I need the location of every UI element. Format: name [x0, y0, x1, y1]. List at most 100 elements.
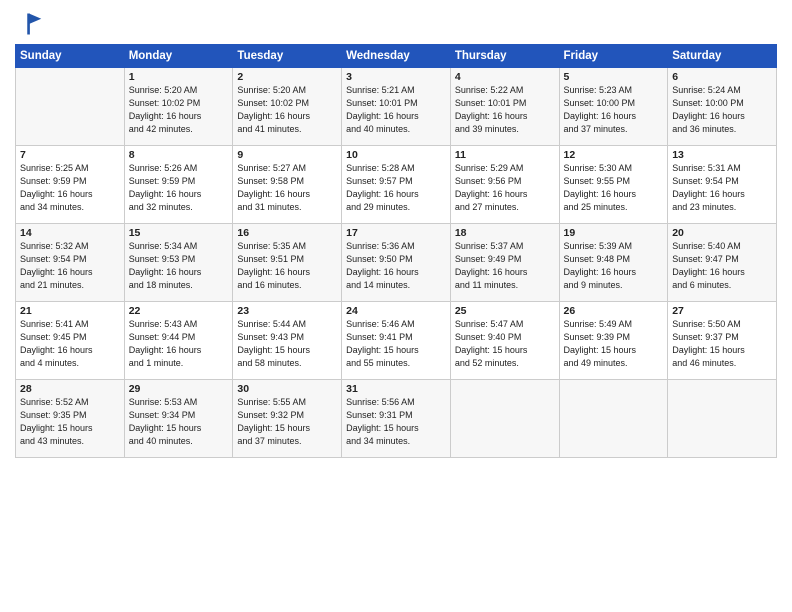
day-cell: 10Sunrise: 5:28 AMSunset: 9:57 PMDayligh…	[342, 146, 451, 224]
day-number: 16	[237, 227, 337, 239]
day-number: 21	[20, 305, 120, 317]
day-number: 15	[129, 227, 229, 239]
day-info: Sunrise: 5:30 AMSunset: 9:55 PMDaylight:…	[564, 162, 664, 214]
header-cell-saturday: Saturday	[668, 45, 777, 68]
day-cell	[668, 380, 777, 458]
day-number: 23	[237, 305, 337, 317]
day-info: Sunrise: 5:43 AMSunset: 9:44 PMDaylight:…	[129, 318, 229, 370]
day-number: 19	[564, 227, 664, 239]
day-info: Sunrise: 5:25 AMSunset: 9:59 PMDaylight:…	[20, 162, 120, 214]
day-number: 11	[455, 149, 555, 161]
day-info: Sunrise: 5:56 AMSunset: 9:31 PMDaylight:…	[346, 396, 446, 448]
day-cell: 14Sunrise: 5:32 AMSunset: 9:54 PMDayligh…	[16, 224, 125, 302]
day-number: 1	[129, 71, 229, 83]
day-info: Sunrise: 5:41 AMSunset: 9:45 PMDaylight:…	[20, 318, 120, 370]
day-info: Sunrise: 5:29 AMSunset: 9:56 PMDaylight:…	[455, 162, 555, 214]
day-info: Sunrise: 5:27 AMSunset: 9:58 PMDaylight:…	[237, 162, 337, 214]
header-cell-tuesday: Tuesday	[233, 45, 342, 68]
day-cell	[16, 68, 125, 146]
day-cell: 9Sunrise: 5:27 AMSunset: 9:58 PMDaylight…	[233, 146, 342, 224]
day-info: Sunrise: 5:49 AMSunset: 9:39 PMDaylight:…	[564, 318, 664, 370]
day-number: 22	[129, 305, 229, 317]
header-cell-thursday: Thursday	[450, 45, 559, 68]
day-cell: 23Sunrise: 5:44 AMSunset: 9:43 PMDayligh…	[233, 302, 342, 380]
day-cell: 15Sunrise: 5:34 AMSunset: 9:53 PMDayligh…	[124, 224, 233, 302]
day-info: Sunrise: 5:39 AMSunset: 9:48 PMDaylight:…	[564, 240, 664, 292]
day-cell	[559, 380, 668, 458]
week-row-4: 21Sunrise: 5:41 AMSunset: 9:45 PMDayligh…	[16, 302, 777, 380]
day-cell: 2Sunrise: 5:20 AMSunset: 10:02 PMDayligh…	[233, 68, 342, 146]
day-number: 8	[129, 149, 229, 161]
day-info: Sunrise: 5:34 AMSunset: 9:53 PMDaylight:…	[129, 240, 229, 292]
day-number: 5	[564, 71, 664, 83]
day-number: 14	[20, 227, 120, 239]
calendar-table: SundayMondayTuesdayWednesdayThursdayFrid…	[15, 44, 777, 458]
day-number: 17	[346, 227, 446, 239]
day-cell: 13Sunrise: 5:31 AMSunset: 9:54 PMDayligh…	[668, 146, 777, 224]
day-number: 30	[237, 383, 337, 395]
week-row-5: 28Sunrise: 5:52 AMSunset: 9:35 PMDayligh…	[16, 380, 777, 458]
logo-icon	[15, 10, 43, 38]
header	[15, 10, 777, 38]
day-number: 6	[672, 71, 772, 83]
day-number: 10	[346, 149, 446, 161]
day-cell: 19Sunrise: 5:39 AMSunset: 9:48 PMDayligh…	[559, 224, 668, 302]
day-cell: 18Sunrise: 5:37 AMSunset: 9:49 PMDayligh…	[450, 224, 559, 302]
day-number: 20	[672, 227, 772, 239]
day-number: 3	[346, 71, 446, 83]
day-cell: 7Sunrise: 5:25 AMSunset: 9:59 PMDaylight…	[16, 146, 125, 224]
day-cell: 22Sunrise: 5:43 AMSunset: 9:44 PMDayligh…	[124, 302, 233, 380]
day-number: 25	[455, 305, 555, 317]
day-cell: 6Sunrise: 5:24 AMSunset: 10:00 PMDayligh…	[668, 68, 777, 146]
day-cell: 26Sunrise: 5:49 AMSunset: 9:39 PMDayligh…	[559, 302, 668, 380]
day-info: Sunrise: 5:22 AMSunset: 10:01 PMDaylight…	[455, 84, 555, 136]
day-cell: 5Sunrise: 5:23 AMSunset: 10:00 PMDayligh…	[559, 68, 668, 146]
day-number: 28	[20, 383, 120, 395]
week-row-3: 14Sunrise: 5:32 AMSunset: 9:54 PMDayligh…	[16, 224, 777, 302]
day-cell: 27Sunrise: 5:50 AMSunset: 9:37 PMDayligh…	[668, 302, 777, 380]
logo	[15, 10, 47, 38]
day-info: Sunrise: 5:26 AMSunset: 9:59 PMDaylight:…	[129, 162, 229, 214]
day-number: 2	[237, 71, 337, 83]
day-info: Sunrise: 5:40 AMSunset: 9:47 PMDaylight:…	[672, 240, 772, 292]
header-cell-friday: Friday	[559, 45, 668, 68]
day-info: Sunrise: 5:23 AMSunset: 10:00 PMDaylight…	[564, 84, 664, 136]
page: SundayMondayTuesdayWednesdayThursdayFrid…	[0, 0, 792, 612]
day-number: 7	[20, 149, 120, 161]
day-info: Sunrise: 5:53 AMSunset: 9:34 PMDaylight:…	[129, 396, 229, 448]
day-cell: 16Sunrise: 5:35 AMSunset: 9:51 PMDayligh…	[233, 224, 342, 302]
day-cell: 31Sunrise: 5:56 AMSunset: 9:31 PMDayligh…	[342, 380, 451, 458]
day-number: 18	[455, 227, 555, 239]
day-cell: 24Sunrise: 5:46 AMSunset: 9:41 PMDayligh…	[342, 302, 451, 380]
day-info: Sunrise: 5:35 AMSunset: 9:51 PMDaylight:…	[237, 240, 337, 292]
day-cell: 29Sunrise: 5:53 AMSunset: 9:34 PMDayligh…	[124, 380, 233, 458]
day-number: 31	[346, 383, 446, 395]
day-cell: 30Sunrise: 5:55 AMSunset: 9:32 PMDayligh…	[233, 380, 342, 458]
day-cell: 8Sunrise: 5:26 AMSunset: 9:59 PMDaylight…	[124, 146, 233, 224]
week-row-1: 1Sunrise: 5:20 AMSunset: 10:02 PMDayligh…	[16, 68, 777, 146]
day-number: 26	[564, 305, 664, 317]
day-info: Sunrise: 5:24 AMSunset: 10:00 PMDaylight…	[672, 84, 772, 136]
day-cell: 17Sunrise: 5:36 AMSunset: 9:50 PMDayligh…	[342, 224, 451, 302]
day-cell: 4Sunrise: 5:22 AMSunset: 10:01 PMDayligh…	[450, 68, 559, 146]
day-info: Sunrise: 5:47 AMSunset: 9:40 PMDaylight:…	[455, 318, 555, 370]
day-number: 4	[455, 71, 555, 83]
week-row-2: 7Sunrise: 5:25 AMSunset: 9:59 PMDaylight…	[16, 146, 777, 224]
day-cell: 1Sunrise: 5:20 AMSunset: 10:02 PMDayligh…	[124, 68, 233, 146]
day-number: 9	[237, 149, 337, 161]
day-info: Sunrise: 5:31 AMSunset: 9:54 PMDaylight:…	[672, 162, 772, 214]
header-row: SundayMondayTuesdayWednesdayThursdayFrid…	[16, 45, 777, 68]
day-info: Sunrise: 5:55 AMSunset: 9:32 PMDaylight:…	[237, 396, 337, 448]
day-cell: 25Sunrise: 5:47 AMSunset: 9:40 PMDayligh…	[450, 302, 559, 380]
day-info: Sunrise: 5:46 AMSunset: 9:41 PMDaylight:…	[346, 318, 446, 370]
day-cell: 3Sunrise: 5:21 AMSunset: 10:01 PMDayligh…	[342, 68, 451, 146]
day-number: 24	[346, 305, 446, 317]
day-cell: 21Sunrise: 5:41 AMSunset: 9:45 PMDayligh…	[16, 302, 125, 380]
header-cell-wednesday: Wednesday	[342, 45, 451, 68]
day-info: Sunrise: 5:36 AMSunset: 9:50 PMDaylight:…	[346, 240, 446, 292]
day-cell	[450, 380, 559, 458]
day-info: Sunrise: 5:50 AMSunset: 9:37 PMDaylight:…	[672, 318, 772, 370]
day-number: 13	[672, 149, 772, 161]
day-info: Sunrise: 5:32 AMSunset: 9:54 PMDaylight:…	[20, 240, 120, 292]
day-cell: 11Sunrise: 5:29 AMSunset: 9:56 PMDayligh…	[450, 146, 559, 224]
